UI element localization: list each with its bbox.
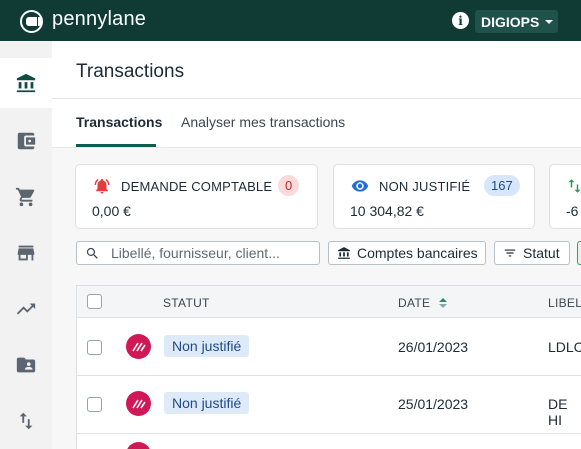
sidebar-item-purchases[interactable] — [0, 172, 52, 222]
vendor-logo-icon — [126, 442, 151, 449]
company-name: DIGIOPS — [481, 13, 540, 30]
count-badge: 0 — [278, 175, 300, 196]
label-cell: LDLC — [548, 339, 581, 355]
sidebar — [0, 41, 52, 449]
search-field[interactable] — [76, 241, 320, 265]
date-cell: 25/01/2023 — [398, 396, 469, 412]
column-header-date[interactable]: DATE — [398, 296, 447, 311]
table-row[interactable]: Non justifié 25/01/2023 DE HI — [77, 377, 581, 434]
store-icon — [17, 245, 35, 261]
bank-accounts-filter-button[interactable]: Comptes bancaires — [328, 241, 486, 265]
tab-analyse[interactable]: Analyser mes transactions — [181, 114, 345, 130]
filter-label: Comptes bancaires — [357, 245, 478, 261]
status-badge[interactable]: Non justifié — [164, 335, 250, 357]
column-header-status[interactable]: STATUT — [163, 296, 210, 310]
sidebar-item-sales[interactable] — [0, 228, 52, 278]
vendor-logo-icon — [126, 334, 151, 359]
pennylane-logo-icon[interactable] — [20, 10, 43, 33]
stat-card-third[interactable]: -6 — [549, 164, 581, 229]
sidebar-item-transfers[interactable] — [0, 396, 52, 446]
sidebar-item-analytics[interactable] — [0, 284, 52, 334]
caret-down-icon — [545, 19, 554, 24]
row-checkbox[interactable] — [87, 340, 102, 355]
label-cell: DE HI — [548, 396, 568, 428]
select-all-checkbox[interactable] — [87, 294, 102, 309]
table-row[interactable]: Non justifié 26/01/2023 LDLC — [77, 319, 581, 376]
row-checkbox[interactable] — [87, 397, 102, 412]
card-value: -6 — [566, 203, 579, 219]
vendor-logo-icon — [126, 391, 151, 416]
sort-icon — [438, 297, 447, 311]
divider — [52, 98, 581, 99]
status-filter-button[interactable]: Statut — [494, 241, 570, 265]
bank-icon — [16, 73, 36, 93]
card-value: 10 304,82 € — [350, 203, 424, 219]
company-switcher-button[interactable]: DIGIOPS — [475, 10, 558, 33]
eye-icon — [351, 180, 369, 192]
count-badge: 167 — [484, 175, 520, 196]
clipped-action-button[interactable] — [577, 241, 581, 265]
folder-user-icon — [16, 357, 36, 373]
arrows-icon — [568, 179, 581, 193]
stat-card-demande-comptable[interactable]: DEMANDE COMPTABLE 0 0,00 € — [75, 164, 318, 229]
sidebar-item-wallet[interactable] — [0, 116, 52, 166]
status-badge[interactable]: Non justifié — [164, 392, 250, 414]
stat-card-non-justifie[interactable]: NON JUSTIFIÉ 167 10 304,82 € — [333, 164, 535, 229]
table-header: STATUT DATE LIBELL — [77, 286, 581, 318]
search-input[interactable] — [111, 245, 311, 261]
card-value: 0,00 € — [92, 203, 131, 219]
main-content: Transactions Transactions Analyser mes t… — [52, 41, 581, 449]
card-label: NON JUSTIFIÉ — [379, 179, 471, 194]
search-icon — [86, 247, 98, 259]
column-header-label[interactable]: LIBELL — [548, 296, 581, 310]
logo-text[interactable]: pennylane — [52, 8, 146, 31]
date-cell: 26/01/2023 — [398, 339, 469, 355]
tab-transactions[interactable]: Transactions — [76, 114, 162, 130]
info-icon[interactable]: i — [452, 12, 469, 29]
page-title: Transactions — [76, 61, 185, 82]
cart-icon — [15, 187, 35, 207]
bank-icon — [338, 247, 350, 259]
filter-icon — [504, 249, 516, 257]
filter-label: Statut — [523, 245, 560, 261]
sidebar-item-bank[interactable] — [0, 58, 52, 108]
card-label: DEMANDE COMPTABLE — [121, 179, 273, 194]
column-label: DATE — [398, 296, 431, 310]
trending-icon — [16, 303, 36, 315]
sidebar-item-documents[interactable] — [0, 340, 52, 390]
swap-vertical-icon — [19, 412, 33, 430]
top-bar: pennylane i DIGIOPS — [0, 0, 581, 41]
wallet-icon — [17, 132, 36, 150]
transactions-table: STATUT DATE LIBELL Non justifié 26/01/20… — [76, 285, 581, 449]
bell-alert-icon — [94, 178, 110, 194]
